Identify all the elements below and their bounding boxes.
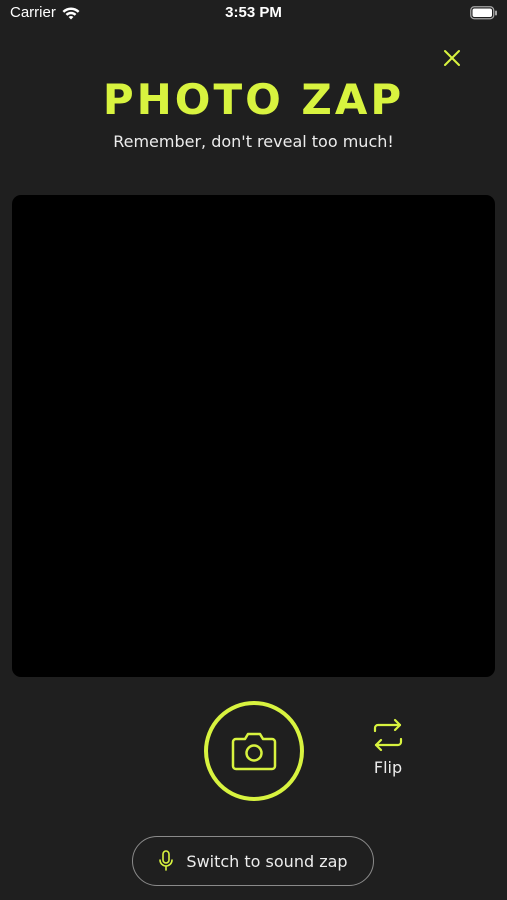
page-title: PHOTO ZAP <box>102 75 405 124</box>
page-subtitle: Remember, don't reveal too much! <box>113 132 394 151</box>
microphone-icon <box>159 850 174 871</box>
camera-icon <box>231 732 277 771</box>
flip-icon <box>373 718 403 752</box>
sound-zap-label: Switch to sound zap <box>186 851 348 871</box>
status-time: 3:53 PM <box>225 4 282 21</box>
battery-icon <box>470 6 497 20</box>
switch-to-sound-zap-button[interactable]: Switch to sound zap <box>132 836 374 886</box>
close-button[interactable] <box>438 44 466 72</box>
status-bar: Carrier 3:53 PM <box>0 0 507 28</box>
flip-button[interactable]: Flip <box>362 718 414 786</box>
flip-label: Flip <box>373 758 403 777</box>
shutter-button[interactable] <box>204 701 304 801</box>
camera-preview[interactable] <box>12 195 495 677</box>
close-icon <box>444 50 460 66</box>
